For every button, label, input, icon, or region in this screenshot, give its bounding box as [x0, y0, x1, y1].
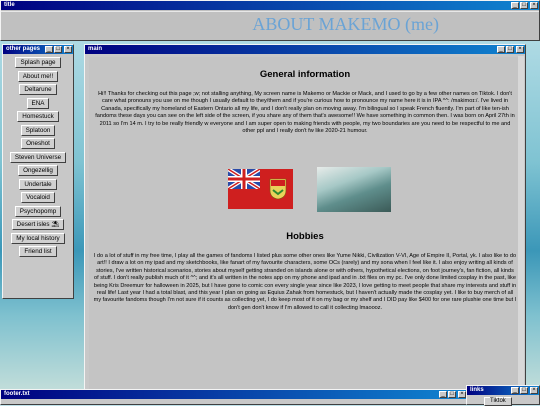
title-window-title: title — [4, 2, 15, 8]
footer-window: footer.txt _ □ × — [0, 389, 468, 405]
window-controls: _ □ × — [497, 46, 524, 53]
general-text: Hi!! Thanks for checking out this page ;… — [95, 91, 515, 135]
window-controls: _ □ × — [511, 2, 538, 9]
ontario-flag-image — [228, 169, 293, 209]
coat-of-arms-icon — [269, 178, 287, 200]
landscape-photo — [317, 167, 391, 212]
nav-undertale[interactable]: Undertale — [19, 178, 57, 190]
nav-vocaloid[interactable]: Vocaloid — [21, 192, 55, 203]
title-window: title _ □ × ABOUT MAKEMO (me) — [0, 0, 540, 41]
nav-ongezellig[interactable]: Ongezellig — [18, 165, 58, 176]
other-pages-window: other pages _ □ × Splash page About me!!… — [2, 44, 74, 299]
maximize-icon[interactable]: □ — [520, 387, 528, 394]
page-title: ABOUT MAKEMO (me) — [252, 14, 439, 34]
close-icon[interactable]: × — [64, 46, 72, 53]
footer-titlebar[interactable]: footer.txt _ □ × — [1, 390, 467, 399]
window-controls: _ □ × — [511, 387, 538, 394]
nav-about-me[interactable]: About me!! — [17, 70, 59, 82]
main-content: General information Hi!! Thanks for chec… — [89, 57, 521, 392]
title-window-titlebar[interactable]: title _ □ × — [1, 1, 539, 10]
maximize-icon[interactable]: □ — [54, 46, 62, 53]
nav-friend-list[interactable]: Friend list — [19, 246, 57, 257]
minimize-icon[interactable]: _ — [45, 46, 53, 53]
window-controls: _ □ × — [45, 46, 72, 53]
main-window: main _ □ × General information Hi!! Than… — [84, 44, 526, 396]
window-controls: _ □ × — [439, 391, 466, 398]
minimize-icon[interactable]: _ — [497, 46, 505, 53]
nav-ena[interactable]: ENA — [26, 97, 50, 109]
close-icon[interactable]: × — [530, 387, 538, 394]
nav-splash-page[interactable]: Splash page — [15, 57, 61, 68]
main-title: main — [88, 46, 103, 52]
nav-homestuck[interactable]: Homestuck — [17, 111, 59, 122]
links-titlebar[interactable]: links _ □ × — [467, 386, 539, 395]
nav-steven-universe[interactable]: Steven Universe — [9, 151, 67, 163]
union-jack-icon — [228, 169, 262, 191]
close-icon[interactable]: × — [458, 391, 466, 398]
hobbies-text: I do a lot of stuff in my free time, I p… — [93, 253, 517, 311]
divider — [1, 11, 539, 12]
nav-deltarune[interactable]: Deltarune — [19, 84, 57, 95]
main-titlebar[interactable]: main _ □ × — [85, 45, 525, 54]
minimize-icon[interactable]: _ — [511, 387, 519, 394]
close-icon[interactable]: × — [530, 2, 538, 9]
hobbies-heading: Hobbies — [286, 231, 324, 242]
footer-title: footer.txt — [4, 391, 30, 397]
nav-psychopomp[interactable]: Psychopomp — [14, 205, 62, 217]
nav-desert-isles[interactable]: Desert isles ⛱ — [11, 219, 65, 230]
close-icon[interactable]: × — [516, 46, 524, 53]
nav-list: Splash page About me!! Deltarune ENA Hom… — [3, 54, 73, 257]
scrollbar[interactable] — [518, 56, 524, 393]
maximize-icon[interactable]: □ — [506, 46, 514, 53]
minimize-icon[interactable]: _ — [511, 2, 519, 9]
links-title: links — [470, 387, 484, 393]
general-heading: General information — [259, 69, 351, 80]
other-pages-title: other pages — [6, 46, 41, 52]
minimize-icon[interactable]: _ — [439, 391, 447, 398]
nav-oneshot[interactable]: Oneshot — [21, 138, 55, 149]
maximize-icon[interactable]: □ — [520, 2, 528, 9]
links-window: links _ □ × Tiktok — [466, 385, 540, 406]
maximize-icon[interactable]: □ — [448, 391, 456, 398]
nav-splatoon[interactable]: Splatoon — [20, 124, 56, 136]
nav-my-local-history[interactable]: My local history — [11, 232, 65, 244]
other-pages-titlebar[interactable]: other pages _ □ × — [3, 45, 73, 54]
